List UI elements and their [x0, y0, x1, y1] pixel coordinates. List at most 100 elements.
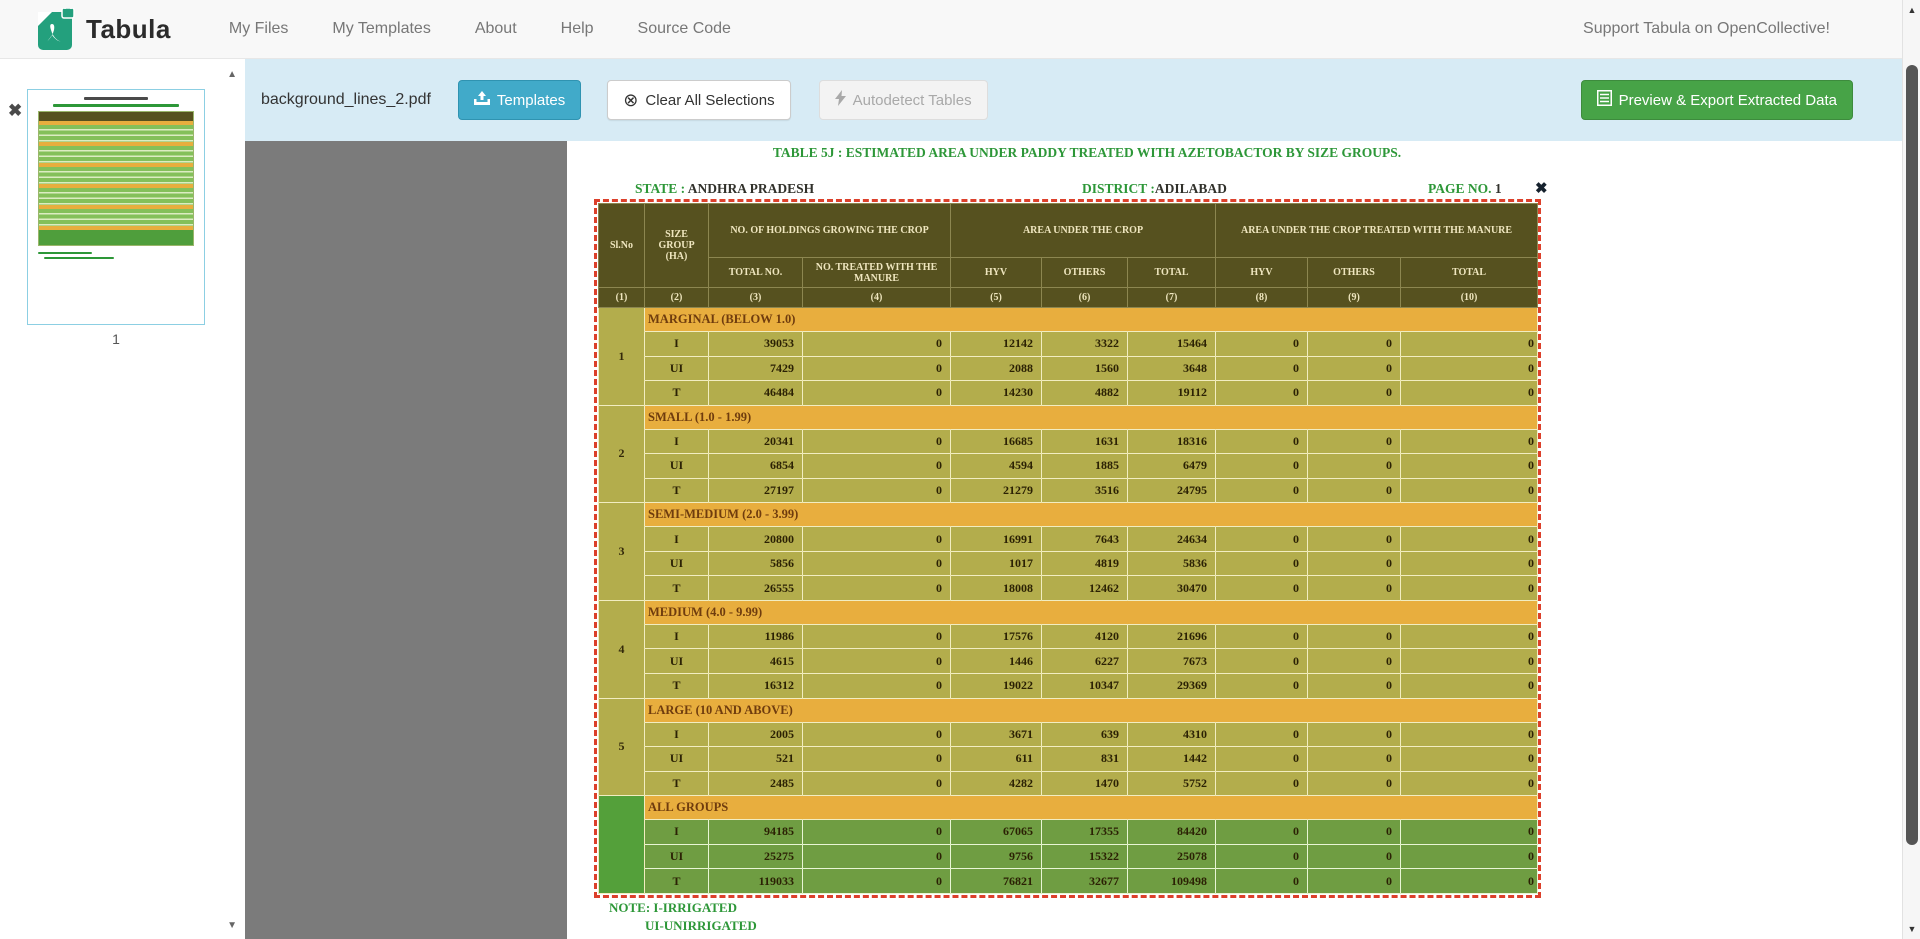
value-cell: 0	[803, 844, 951, 869]
sidebar: ✖ 1 ▲ ▼	[0, 59, 245, 939]
value-cell: 26555	[709, 576, 803, 601]
nav-my-templates[interactable]: My Templates	[332, 20, 430, 38]
sidebar-scroll-down-icon[interactable]: ▼	[227, 920, 237, 931]
value-cell: 0	[803, 381, 951, 406]
pdf-page[interactable]: TABLE 5J : ESTIMATED AREA UNDER PADDY TR…	[567, 141, 1902, 939]
col-header-slno: Sl.No	[599, 204, 645, 288]
nav-my-files[interactable]: My Files	[229, 20, 289, 38]
scrollbar-down-icon[interactable]: ▼	[1903, 919, 1920, 939]
state-field: STATE : ANDHRA PRADESH	[635, 181, 814, 197]
value-cell: 0	[1216, 454, 1308, 479]
value-cell: 0	[1308, 722, 1401, 747]
col-number: (3)	[709, 288, 803, 308]
window-scrollbar[interactable]: ▲ ▼	[1902, 0, 1920, 939]
pdf-table-area[interactable]: Sl.NoSIZE GROUP (HA)NO. OF HOLDINGS GROW…	[598, 203, 1537, 894]
value-cell: 0	[1216, 673, 1308, 698]
value-cell: 18008	[951, 576, 1042, 601]
thumb-note-line2	[44, 257, 114, 259]
value-cell: 0	[1401, 381, 1538, 406]
value-cell: 0	[1401, 649, 1538, 674]
value-cell: 2005	[709, 722, 803, 747]
table-row: I2005036716394310000	[599, 722, 1538, 747]
preview-export-button[interactable]: Preview & Export Extracted Data	[1581, 80, 1853, 120]
value-cell: 16685	[951, 429, 1042, 454]
value-cell: 0	[1308, 844, 1401, 869]
col-subheader-1-0: HYV	[951, 258, 1042, 288]
col-header-group-2: AREA UNDER THE CROP TREATED WITH THE MAN…	[1216, 204, 1538, 258]
row-label-cell: I	[645, 624, 709, 649]
table-row: UI68540459418856479000	[599, 454, 1538, 479]
scrollbar-up-icon[interactable]: ▲	[1903, 0, 1920, 20]
value-cell: 27197	[709, 478, 803, 503]
value-cell: 15322	[1042, 844, 1128, 869]
scrollbar-thumb[interactable]	[1906, 65, 1918, 845]
value-cell: 0	[803, 722, 951, 747]
export-list-icon	[1597, 90, 1612, 110]
value-cell: 0	[1401, 576, 1538, 601]
autodetect-button-label: Autodetect Tables	[853, 92, 972, 109]
templates-upload-icon	[474, 91, 490, 110]
value-cell: 4615	[709, 649, 803, 674]
value-cell: 0	[803, 624, 951, 649]
value-cell: 76821	[951, 869, 1042, 894]
thumb-note-line	[38, 252, 92, 254]
col-number: (10)	[1401, 288, 1538, 308]
value-cell: 1470	[1042, 771, 1128, 796]
nav-links: My Files My Templates About Help Source …	[229, 20, 731, 38]
page-number-field: PAGE NO. 1	[1428, 181, 1502, 197]
value-cell: 0	[1401, 869, 1538, 894]
value-cell: 0	[1401, 747, 1538, 772]
value-cell: 0	[803, 673, 951, 698]
row-label-cell: I	[645, 332, 709, 357]
close-page-icon[interactable]: ✖	[1535, 179, 1548, 198]
value-cell: 0	[803, 551, 951, 576]
value-cell: 0	[803, 454, 951, 479]
support-link[interactable]: Support Tabula on OpenCollective!	[1583, 20, 1830, 38]
size-group-band: SEMI-MEDIUM (2.0 - 3.99)	[645, 503, 1538, 527]
value-cell: 0	[1308, 551, 1401, 576]
clear-all-selections-button[interactable]: ⊗ Clear All Selections	[607, 80, 790, 120]
brand[interactable]: Tabula	[38, 8, 171, 50]
templates-button[interactable]: Templates	[458, 80, 581, 120]
row-label-cell: I	[645, 527, 709, 552]
page-thumbnail[interactable]	[27, 89, 205, 325]
value-cell: 21696	[1128, 624, 1216, 649]
autodetect-tables-button[interactable]: Autodetect Tables	[819, 80, 988, 120]
document-meta-line: STATE : ANDHRA PRADESH DISTRICT :ADILABA…	[567, 181, 1902, 199]
value-cell: 0	[1308, 454, 1401, 479]
value-cell: 4882	[1042, 381, 1128, 406]
value-cell: 5856	[709, 551, 803, 576]
value-cell: 0	[1308, 673, 1401, 698]
nav-about[interactable]: About	[475, 20, 517, 38]
nav-source-code[interactable]: Source Code	[638, 20, 731, 38]
value-cell: 0	[1308, 869, 1401, 894]
value-cell: 831	[1042, 747, 1128, 772]
value-cell: 0	[803, 771, 951, 796]
value-cell: 1560	[1042, 356, 1128, 381]
value-cell: 7429	[709, 356, 803, 381]
table-row: I11986017576412021696000	[599, 624, 1538, 649]
col-number: (7)	[1128, 288, 1216, 308]
table-row: T163120190221034729369000	[599, 673, 1538, 698]
size-group-band: SMALL (1.0 - 1.99)	[645, 405, 1538, 429]
value-cell: 17355	[1042, 820, 1128, 845]
col-number: (5)	[951, 288, 1042, 308]
value-cell: 119033	[709, 869, 803, 894]
value-cell: 7643	[1042, 527, 1128, 552]
value-cell: 25078	[1128, 844, 1216, 869]
nav-help[interactable]: Help	[561, 20, 594, 38]
value-cell: 6479	[1128, 454, 1216, 479]
value-cell: 0	[1401, 820, 1538, 845]
value-cell: 94185	[709, 820, 803, 845]
row-label-cell: UI	[645, 356, 709, 381]
value-cell: 0	[1401, 478, 1538, 503]
lightning-icon	[835, 90, 846, 110]
sidebar-scroll-up-icon[interactable]: ▲	[227, 69, 237, 80]
value-cell: 1442	[1128, 747, 1216, 772]
value-cell: 0	[1216, 624, 1308, 649]
slno-cell: 3	[599, 503, 645, 601]
remove-page-icon[interactable]: ✖	[8, 101, 22, 121]
table-row: UI46150144662277673000	[599, 649, 1538, 674]
value-cell: 0	[803, 478, 951, 503]
pdf-table-head: Sl.NoSIZE GROUP (HA)NO. OF HOLDINGS GROW…	[599, 204, 1538, 308]
